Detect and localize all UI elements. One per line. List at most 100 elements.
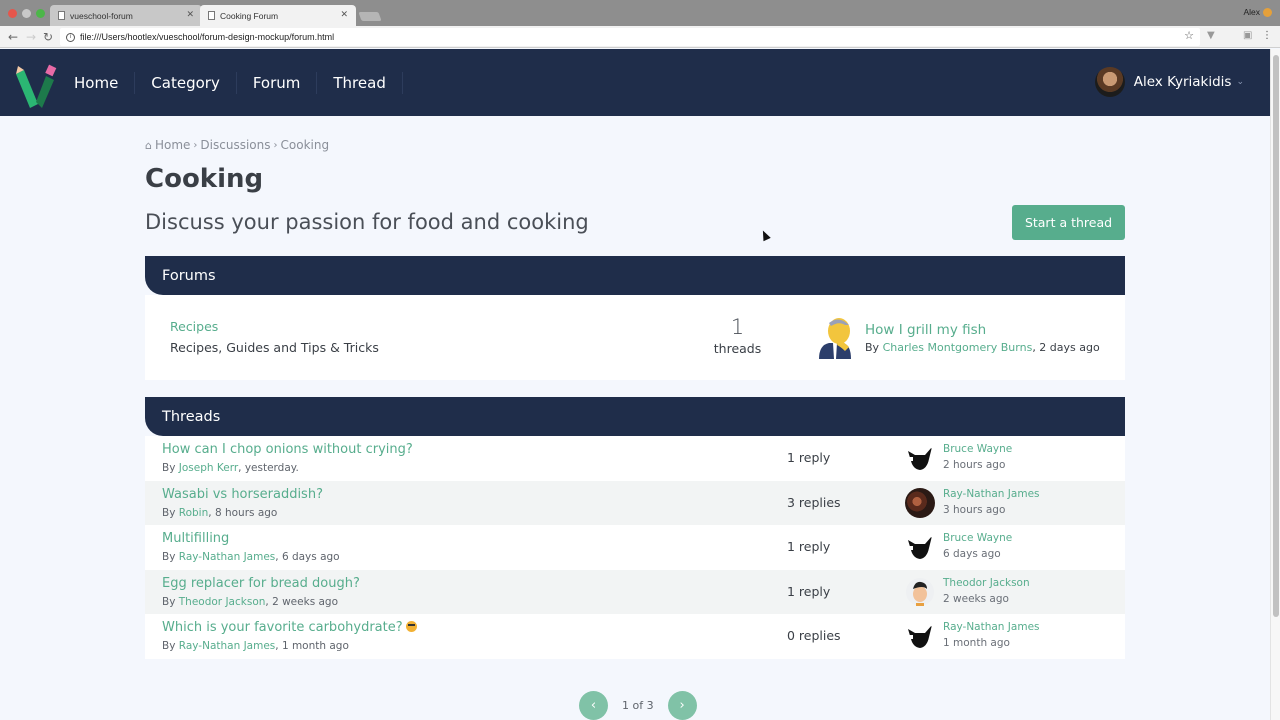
thread-author-link[interactable]: Ray-Nathan James — [179, 640, 276, 652]
next-page-button[interactable]: › — [667, 691, 697, 720]
browser-tab-cooking-forum[interactable]: Cooking Forum ✕ — [200, 5, 356, 26]
close-window-button[interactable] — [8, 9, 17, 18]
last-reply-user-link[interactable]: Ray-Nathan James — [943, 621, 1040, 633]
page-indicator: 1 of 3 — [622, 699, 654, 712]
profile-name: Alex — [1243, 7, 1260, 17]
new-tab-button[interactable] — [358, 12, 382, 21]
chevron-right-icon: › — [679, 698, 685, 713]
thread-title-link[interactable]: Egg replacer for bread dough? — [162, 576, 360, 591]
url-text: file:///Users/hootlex/vueschool/forum-de… — [80, 32, 335, 42]
last-post-time: , 2 days ago — [1032, 341, 1100, 354]
back-icon[interactable]: ← — [8, 29, 18, 45]
user-avatar — [1094, 67, 1125, 97]
browser-profile[interactable]: Alex — [1243, 7, 1272, 17]
thread-author-link[interactable]: Ray-Nathan James — [179, 551, 276, 563]
forums-section-heading: Forums — [145, 256, 1125, 295]
last-post-title-link[interactable]: How I grill my fish — [865, 322, 1100, 338]
thread-reply-count: 0 replies — [787, 628, 841, 643]
last-post-author-link[interactable]: Charles Montgomery Burns — [883, 341, 1033, 354]
page-title: Cooking — [145, 164, 264, 194]
thread-count-label: threads — [713, 341, 762, 356]
maximize-window-button[interactable] — [36, 9, 45, 18]
cat-avatar — [908, 625, 932, 648]
nav-category[interactable]: Category — [135, 71, 237, 94]
thread-author-link[interactable]: Robin — [179, 507, 209, 519]
last-reply-time: 1 month ago — [943, 637, 1010, 649]
thread-time: , 8 hours ago — [208, 506, 278, 519]
breadcrumb-discussions[interactable]: Discussions — [200, 138, 270, 152]
close-tab-icon[interactable]: ✕ — [340, 9, 348, 20]
last-reply-user-link[interactable]: Ray-Nathan James — [943, 488, 1040, 500]
close-tab-icon[interactable]: ✕ — [186, 9, 194, 20]
prev-page-button[interactable]: ‹ — [579, 691, 608, 720]
minimize-window-button[interactable] — [22, 9, 31, 18]
thread-time: , 2 weeks ago — [265, 595, 339, 608]
last-reply-user-link[interactable]: Bruce Wayne — [943, 532, 1012, 544]
forum-description: Recipes, Guides and Tips & Tricks — [170, 340, 379, 355]
last-reply-user-link[interactable]: Bruce Wayne — [943, 443, 1012, 455]
thread-title-link[interactable]: Which is your favorite carbohydrate? — [162, 620, 417, 635]
last-reply-time: 3 hours ago — [943, 503, 1006, 516]
nav-forum[interactable]: Forum — [237, 71, 318, 94]
by-label: By — [865, 341, 880, 354]
tab-title: vueschool-forum — [70, 10, 133, 21]
thread-time: , yesterday. — [238, 462, 299, 474]
info-icon[interactable]: i — [66, 32, 75, 42]
forward-icon[interactable]: → — [26, 29, 36, 45]
page-description: Discuss your passion for food and cookin… — [145, 210, 589, 234]
thread-meta: By Theodor Jackson, 2 weeks ago — [162, 596, 338, 608]
thread-row: How can I chop onions without crying? By… — [145, 436, 1125, 481]
breadcrumb-home[interactable]: Home — [155, 138, 190, 152]
menu-kebab-icon[interactable]: ⋮ — [1262, 30, 1272, 41]
by-label: By — [162, 506, 179, 519]
main-nav: Home Category Forum Thread — [58, 49, 403, 116]
last-post-meta: By Charles Montgomery Burns, 2 days ago — [865, 341, 1100, 354]
thread-title-text: Which is your favorite carbohydrate? — [162, 620, 403, 635]
cat-avatar — [908, 447, 932, 470]
reload-icon[interactable]: ↻ — [43, 29, 53, 45]
forum-name-link[interactable]: Recipes — [170, 319, 218, 334]
page-scrollbar[interactable] — [1270, 49, 1280, 720]
tab-title: Cooking Forum — [220, 10, 279, 21]
thread-time: , 6 days ago — [275, 551, 340, 563]
camera-extension-icon[interactable]: ▣ — [1243, 30, 1252, 41]
forum-thread-count: 1 threads — [700, 315, 775, 356]
pagination: ‹ 1 of 3 › — [579, 691, 697, 720]
thread-meta: By Ray-Nathan James, 6 days ago — [162, 551, 340, 563]
thread-list: How can I chop onions without crying? By… — [145, 436, 1125, 659]
vue-devtools-icon[interactable]: ▼ — [1207, 30, 1215, 41]
thread-meta: By Ray-Nathan James, 1 month ago — [162, 640, 349, 652]
bookmark-star-icon[interactable]: ☆ — [1184, 29, 1194, 42]
thread-author-link[interactable]: Theodor Jackson — [179, 596, 266, 608]
burns-avatar — [819, 318, 851, 359]
thread-reply-count: 1 reply — [787, 583, 831, 599]
thread-title-link[interactable]: Multifilling — [162, 531, 229, 546]
user-name: Alex Kyriakidis — [1133, 74, 1232, 90]
vueschool-logo-icon[interactable] — [14, 62, 58, 108]
nav-home[interactable]: Home — [58, 71, 136, 94]
last-reply-user-link[interactable]: Theodor Jackson — [943, 577, 1030, 589]
forum-row: Recipes Recipes, Guides and Tips & Trick… — [145, 295, 1125, 380]
thread-title-link[interactable]: Wasabi vs horseraddish? — [162, 487, 323, 502]
page-icon — [58, 11, 65, 20]
chevron-left-icon: ‹ — [590, 698, 597, 713]
thread-row: Which is your favorite carbohydrate? By … — [145, 614, 1125, 659]
start-thread-button[interactable]: Start a thread — [1012, 205, 1125, 240]
nav-thread[interactable]: Thread — [317, 71, 403, 94]
browser-toolbar: ← → ↻ i file:///Users/hootlex/vueschool/… — [0, 26, 1280, 48]
scrollbar-thumb[interactable] — [1273, 55, 1279, 617]
mouse-cursor-icon — [759, 228, 771, 242]
profile-avatar-icon — [1263, 7, 1272, 17]
thread-title-link[interactable]: How can I chop onions without crying? — [162, 442, 413, 457]
threads-section-heading: Threads — [145, 397, 1125, 436]
address-bar[interactable]: i file:///Users/hootlex/vueschool/forum-… — [60, 28, 1200, 46]
thread-time: , 1 month ago — [275, 640, 349, 652]
browser-tab-vueschool-forum[interactable]: vueschool-forum ✕ — [50, 5, 202, 26]
thread-author-link[interactable]: Joseph Kerr — [179, 462, 238, 474]
thread-row: Egg replacer for bread dough? By Theodor… — [145, 569, 1125, 614]
user-menu[interactable]: Alex Kyriakidis ⌄ — [1094, 67, 1244, 97]
nerd-emoji-icon — [405, 621, 417, 632]
by-label: By — [162, 551, 179, 563]
breadcrumb: ⌂ Home › Discussions › Cooking — [145, 138, 329, 152]
last-reply-time: 6 days ago — [943, 548, 1001, 560]
